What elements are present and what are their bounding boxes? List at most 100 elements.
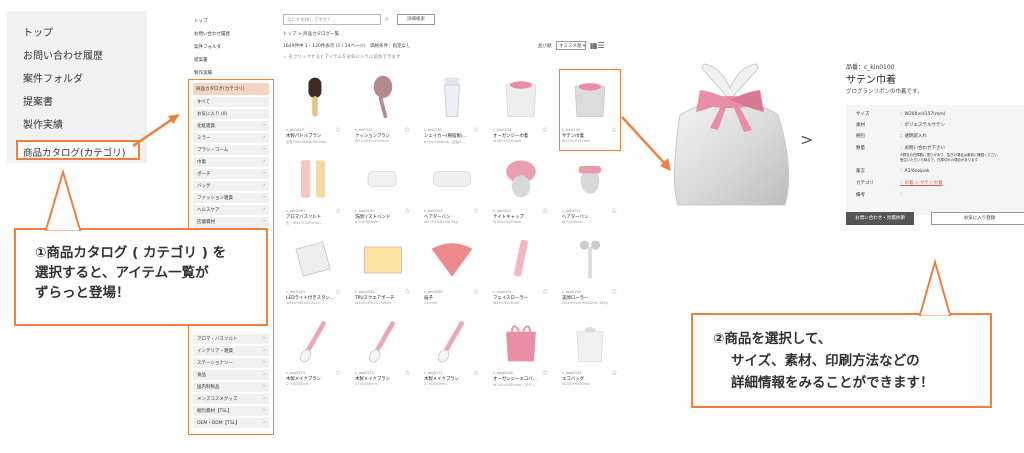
product-card[interactable]: c_hai0024 ヘアターバン W175×H80mm 25g ☆ (422, 151, 482, 231)
product-thumbnail-image[interactable] (286, 315, 342, 367)
product-card[interactable]: c_bag0148 オーガンジーエコバ… W140×H380mm（タテ… ☆ (491, 313, 551, 393)
star-icon[interactable]: ☆ (473, 207, 479, 215)
product-card[interactable]: c_hai0011 ヘアターバン W70×H5cm ☆ (560, 151, 620, 231)
product-thumbnail-image[interactable] (424, 72, 480, 124)
menu-item-top[interactable]: トップ (23, 24, 53, 39)
sidebar-row-interior[interactable]: インテリア・雑貨 › (193, 346, 269, 356)
sidebar-row-mens[interactable]: メンズコスメグッズ › (193, 394, 269, 404)
product-card[interactable]: c_hai0221 ナイトキャップ W250×H250mm ☆ (491, 151, 551, 231)
sidebar-row-stationery[interactable]: ステーショナリー › (193, 358, 269, 368)
search-input[interactable]: なにかお探しですか？ (283, 14, 381, 25)
advanced-search-button[interactable]: 詳細検索 (397, 14, 435, 25)
menu-item-project-folder[interactable]: 案件フォルダ (23, 70, 83, 85)
product-thumbnail-image[interactable] (493, 72, 549, 124)
product-thumbnail-image[interactable] (562, 315, 618, 367)
product-thumbnail-image[interactable] (562, 72, 618, 124)
sidebar-item-inquiry-history[interactable]: お問い合わせ履歴 (194, 31, 230, 37)
product-card[interactable]: c_bri0110 シェイカー(樹脂製)… φ73×H134mm（容量4… ☆ (422, 70, 482, 150)
product-thumbnail-image[interactable] (286, 72, 342, 124)
star-icon[interactable]: ☆ (611, 288, 617, 296)
sidebar-row-pouch[interactable]: ポーチ › (193, 169, 269, 179)
product-card[interactable]: c_rog0172 木製メイクブラシ 17×D150mm ☆ (353, 313, 413, 393)
menu-item-inquiry-history[interactable]: お問い合わせ履歴 (23, 47, 103, 62)
spec-value-category-link[interactable]: ：巾着 > サテン巾着 (900, 180, 943, 186)
menu-item-production-record[interactable]: 製作実績 (23, 116, 63, 131)
star-icon[interactable]: ☆ (611, 126, 617, 134)
product-thumbnail-image[interactable] (424, 234, 480, 286)
product-thumbnail-image[interactable] (562, 153, 618, 205)
product-card[interactable]: c_kin0118 オーガンジー巾着 W180×H250mm ☆ (491, 70, 551, 150)
product-card[interactable]: c_bri0122 クッションブラシ W71×H37×D37mm ☆ (353, 70, 413, 150)
inquiry-button[interactable]: お問い合わせ・見積依頼 (846, 212, 914, 225)
sidebar-row-aroma[interactable]: アロマ・バスソルト › (193, 334, 269, 344)
star-icon[interactable]: ☆ (611, 369, 617, 377)
menu-item-product-catalog-active[interactable]: 商品カタログ(カテゴリ) (16, 140, 140, 160)
sidebar-row-healthcare[interactable]: ヘルスケア › (193, 205, 269, 215)
star-icon[interactable]: ☆ (404, 126, 410, 134)
star-icon[interactable]: ☆ (335, 369, 341, 377)
sidebar-row-all[interactable]: すべて (193, 97, 269, 107)
product-thumbnail-image[interactable] (493, 153, 549, 205)
product-card[interactable]: c_rog0173 木製メイクブラシ 17×D148mm ☆ (284, 313, 344, 393)
sidebar-row-cosmetic-goods[interactable]: 化粧雑貨 › (193, 121, 269, 131)
sort-select[interactable]: オススメ順 ▾ (556, 41, 586, 50)
sidebar-item-top[interactable]: トップ (194, 18, 208, 24)
product-card[interactable]: c_kin0100 サテン巾着 W200×H157mm ☆ (559, 69, 621, 151)
product-card[interactable]: c_hea0140 洗顔リストバンド φ70×H80mm ☆ (353, 151, 413, 231)
star-icon[interactable]: ☆ (404, 288, 410, 296)
product-card[interactable]: c_mir0144 LEDライト付きスタン… W84×H98×D12mm ☆ (284, 232, 344, 312)
product-thumbnail-image[interactable] (493, 234, 549, 286)
product-thumbnail-image[interactable] (355, 72, 411, 124)
sidebar-row-drawstring[interactable]: 巾着 › (193, 157, 269, 167)
product-card[interactable]: c_pou0032 TPUスクエアポーチ W180×H90×D70mm ☆ (353, 232, 413, 312)
sidebar-row-domestic[interactable]: 国内制製品 › (193, 382, 269, 392)
product-thumbnail-image[interactable] (286, 153, 342, 205)
sidebar-item-proposal[interactable]: 提案書 (194, 57, 208, 63)
sidebar-row-fashion[interactable]: ファッション雑貨 › (193, 193, 269, 203)
product-thumbnail-image[interactable] (286, 234, 342, 286)
product-card[interactable]: c_bri0013 木製パドルブラシ 全長250×W84×D40mm… ☆ (284, 70, 344, 150)
star-icon[interactable]: ☆ (542, 288, 548, 296)
magnifier-icon[interactable]: ⌕ (385, 15, 389, 24)
star-icon[interactable]: ☆ (335, 288, 341, 296)
star-icon[interactable]: ☆ (542, 369, 548, 377)
sidebar-row-store-supplies[interactable]: 店舗資材 › (193, 217, 269, 227)
star-icon[interactable]: ☆ (473, 126, 479, 134)
product-thumbnail-image[interactable] (562, 234, 618, 286)
sidebar-row-brush-comb[interactable]: ブラシ・コーム › (193, 145, 269, 155)
sidebar-row-mirror[interactable]: ミラー › (193, 133, 269, 143)
sidebar-item-project-folder[interactable]: 案件フォルダ (194, 44, 221, 50)
product-thumbnail-image[interactable] (493, 315, 549, 367)
menu-item-proposal[interactable]: 提案書 (23, 93, 53, 108)
star-icon[interactable]: ☆ (473, 288, 479, 296)
star-icon[interactable]: ☆ (542, 126, 548, 134)
star-icon[interactable]: ☆ (335, 207, 341, 215)
star-icon[interactable]: ☆ (473, 369, 479, 377)
sidebar-row-bag[interactable]: バッグ › (193, 181, 269, 191)
sidebar-item-production-record[interactable]: 製作実績 (194, 70, 212, 76)
sidebar-row-oem[interactable]: OEM・ODM【TSL】 › (193, 418, 269, 428)
grid-list-toggle-icon[interactable]: ▦☰ (590, 41, 605, 50)
product-thumbnail-image[interactable] (424, 315, 480, 367)
product-thumbnail-image[interactable] (355, 153, 411, 205)
star-icon[interactable]: ☆ (611, 207, 617, 215)
star-icon[interactable]: ☆ (404, 369, 410, 377)
product-card[interactable]: c_rog0131 フェイスローラー W41×H113mm ☆ (491, 232, 551, 312)
product-thumbnail-image[interactable] (355, 315, 411, 367)
sidebar-row-packaging[interactable]: 梱包資材【TSL】 › (193, 406, 269, 416)
product-card[interactable]: c_rog0171 木製メイクブラシ 17×D150mm ☆ (422, 313, 482, 393)
sidebar-category-head[interactable]: 商品カタログ(カテゴリ) (193, 83, 269, 95)
add-favorite-button[interactable]: お気に入り登録 (931, 212, 1024, 225)
product-card[interactable]: c_aro0030 扇子 210mm ☆ (422, 232, 482, 312)
product-card[interactable]: c_aro0240 アロマバスソルト 缶：W47×H107mm… ☆ (284, 151, 344, 231)
product-card[interactable]: c_rog0130 美顔ローラー W58×H140×D44mm 103g ☆ (560, 232, 620, 312)
sidebar-row-food[interactable]: 食品 › (193, 370, 269, 380)
product-card[interactable]: c_bag0144 エコバッグ W320×H380mm ☆ (560, 313, 620, 393)
sidebar-row-favorites[interactable]: お気に入り (0) (193, 109, 269, 119)
star-icon[interactable]: ☆ (404, 207, 410, 215)
star-icon[interactable]: ☆ (542, 207, 548, 215)
product-thumbnail-image[interactable] (355, 234, 411, 286)
category-link[interactable]: ：巾着 > サテン巾着 (900, 181, 943, 186)
star-icon[interactable]: ☆ (335, 126, 341, 134)
product-thumbnail-image[interactable] (424, 153, 480, 205)
